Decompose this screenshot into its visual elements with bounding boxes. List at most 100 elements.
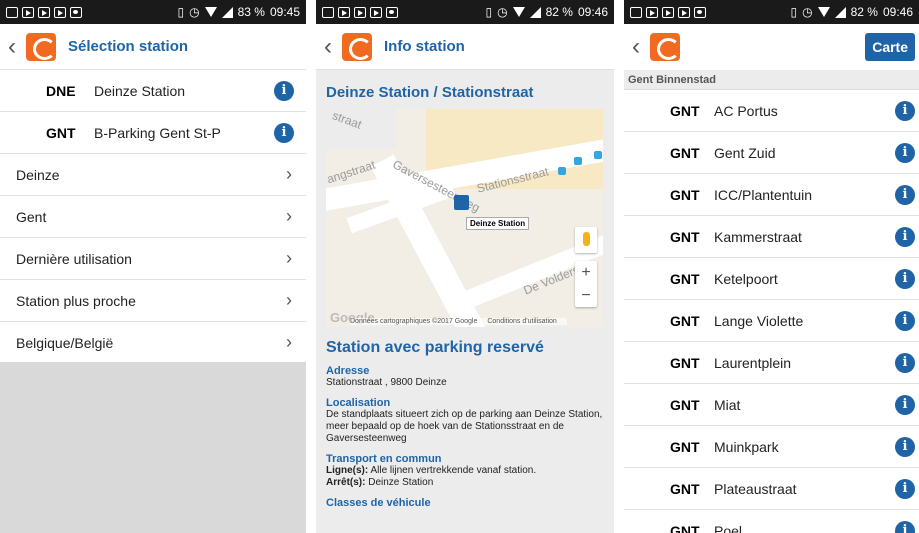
zoom-in-button[interactable]: + <box>575 261 597 284</box>
map-button[interactable]: Carte <box>865 33 915 61</box>
nav-item-last-used[interactable]: Dernière utilisation › <box>0 238 306 280</box>
stops-label: Arrêt(s): <box>326 477 366 488</box>
zoom-out-button[interactable]: − <box>575 284 597 307</box>
station-code: GNT <box>46 124 76 141</box>
info-icon[interactable]: i <box>895 478 915 499</box>
station-code: GNT <box>670 228 700 245</box>
station-name: Miat <box>714 396 741 413</box>
info-icon[interactable]: i <box>895 352 915 373</box>
chevron-right-icon: › <box>286 164 292 184</box>
clock: 09:46 <box>577 5 608 19</box>
stops-value: Deinze Station <box>368 477 434 488</box>
info-icon[interactable]: i <box>895 436 915 457</box>
info-icon[interactable]: i <box>895 310 915 331</box>
station-name: AC Portus <box>714 102 778 119</box>
nav-item-belgium[interactable]: Belgique/België › <box>0 322 306 364</box>
station-row[interactable]: GNT Gent Zuid i <box>624 132 919 174</box>
back-arrow-icon[interactable]: ‹ <box>632 35 646 59</box>
location-heading: Localisation <box>326 397 391 409</box>
station-name: Lange Violette <box>714 312 804 329</box>
alarm-icon: ◷ <box>802 5 813 19</box>
back-arrow-icon[interactable]: ‹ <box>324 34 338 59</box>
nav-label: Gent <box>16 208 47 225</box>
lines-label: Ligne(s): <box>326 465 369 476</box>
nav-label: Dernière utilisation <box>16 250 132 267</box>
notification-icon <box>38 6 50 18</box>
notification-icon <box>6 6 18 18</box>
info-icon[interactable]: i <box>895 184 915 205</box>
vehicle-classes-heading: Classes de véhicule <box>326 497 431 509</box>
clock: 09:45 <box>269 5 300 19</box>
empty-area <box>0 362 306 533</box>
station-map[interactable]: straat angstraat Gaversesteenweg Station… <box>326 109 603 327</box>
address-heading: Adresse <box>326 365 370 377</box>
map-data-credit: Données cartographiques ©2017 Google <box>350 318 478 325</box>
lines-value: Alle lijnen vertrekkende vanaf station. <box>370 465 537 476</box>
info-icon[interactable]: i <box>895 268 915 289</box>
app-bar: ‹ Info station <box>316 24 614 70</box>
notification-icon <box>646 6 658 18</box>
station-name: Deinze Station <box>94 82 186 99</box>
station-row[interactable]: GNT Miat i <box>624 384 919 426</box>
info-icon[interactable]: i <box>895 226 915 247</box>
nav-item-nearest[interactable]: Station plus proche › <box>0 280 306 322</box>
info-icon[interactable]: i <box>274 80 294 101</box>
app-bar: ‹ Sélection station <box>0 24 306 70</box>
station-row[interactable]: GNT AC Portus i <box>624 90 919 132</box>
map-terms-link[interactable]: Conditions d'utilisation <box>487 318 556 325</box>
location-text: De standplaats situeert zich op de parki… <box>326 409 603 444</box>
chevron-right-icon: › <box>286 332 292 352</box>
station-row[interactable]: GNT Muinkpark i <box>624 426 919 468</box>
messenger-icon <box>386 6 398 18</box>
station-marker-icon[interactable] <box>454 195 469 210</box>
map-marker-label: Deinze Station <box>466 217 530 230</box>
station-name: Kammerstraat <box>714 228 802 245</box>
station-row[interactable]: GNT Poel i <box>624 510 919 533</box>
notification-icon <box>54 6 66 18</box>
notification-icon <box>354 6 366 18</box>
station-list: GNT AC Portus i GNT Gent Zuid i GNT ICC/Planten… <box>624 90 919 533</box>
screen-station-list: ▯ ◷ 82 % 09:46 ‹ Carte Gent Binnenstad G… <box>624 0 919 533</box>
nav-item-deinze[interactable]: Deinze › <box>0 154 306 196</box>
section-header: Gent Binnenstad <box>624 70 919 90</box>
status-bar: ▯ ◷ 82 % 09:46 <box>624 0 919 24</box>
station-row[interactable]: GNT Lange Violette i <box>624 300 919 342</box>
section-title: Station avec parking reservé <box>326 339 544 356</box>
notification-icon <box>322 6 334 18</box>
station-row[interactable]: GNT Laurentplein i <box>624 342 919 384</box>
status-bar: ▯ ◷ 83 % 09:45 <box>0 0 306 24</box>
favorite-station-row[interactable]: DNE Deinze Station i <box>0 70 306 112</box>
station-row[interactable]: GNT Kammerstraat i <box>624 216 919 258</box>
notification-icon <box>22 6 34 18</box>
station-code: GNT <box>670 270 700 287</box>
transport-stops: Arrêt(s): Deinze Station <box>326 477 604 489</box>
info-icon[interactable]: i <box>895 520 915 533</box>
info-icon[interactable]: i <box>895 142 915 163</box>
signal-icon <box>221 6 233 18</box>
clock: 09:46 <box>882 5 913 19</box>
info-icon[interactable]: i <box>274 122 294 143</box>
station-row[interactable]: GNT ICC/Plantentuin i <box>624 174 919 216</box>
bus-stop-icon <box>594 151 602 159</box>
station-code: DNE <box>46 82 76 99</box>
info-icon[interactable]: i <box>895 100 915 121</box>
vibrate-icon: ▯ <box>177 5 185 19</box>
station-row[interactable]: GNT Ketelpoort i <box>624 258 919 300</box>
station-code: GNT <box>670 186 700 203</box>
page-title: Info station <box>384 38 465 55</box>
nav-item-gent[interactable]: Gent › <box>0 196 306 238</box>
station-code: GNT <box>670 312 700 329</box>
street-view-icon[interactable] <box>575 227 597 253</box>
signal-icon <box>529 6 541 18</box>
station-row[interactable]: GNT Plateaustraat i <box>624 468 919 510</box>
screen-station-selection: ▯ ◷ 83 % 09:45 ‹ Sélection station DNE D… <box>0 0 306 533</box>
info-icon[interactable]: i <box>895 394 915 415</box>
alarm-icon: ◷ <box>189 5 200 19</box>
station-name: Muinkpark <box>714 438 779 455</box>
notification-icon <box>338 6 350 18</box>
notification-icon <box>678 6 690 18</box>
favorite-station-row[interactable]: GNT B-Parking Gent St-P i <box>0 112 306 154</box>
station-name: ICC/Plantentuin <box>714 186 813 203</box>
station-info-content: Deinze Station / Stationstraat straat an… <box>316 70 614 533</box>
back-arrow-icon[interactable]: ‹ <box>8 34 22 59</box>
